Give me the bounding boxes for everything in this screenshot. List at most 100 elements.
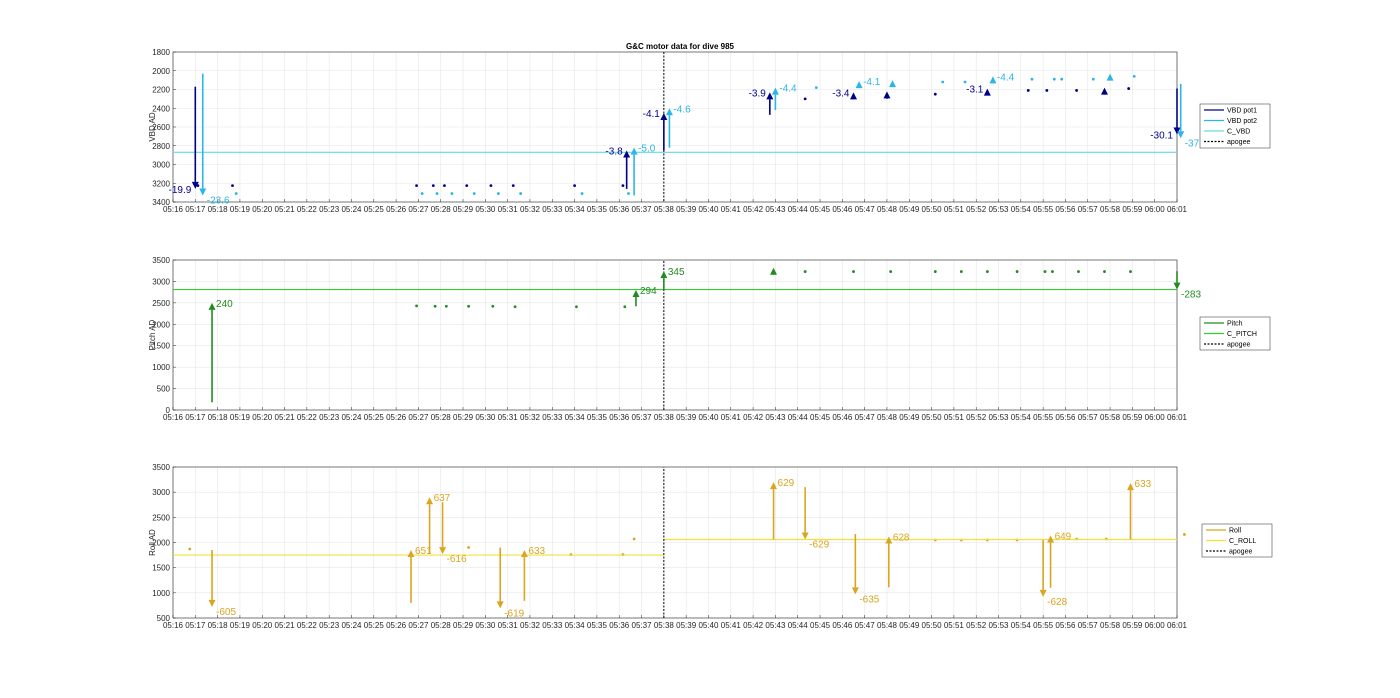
x-tick-label: 05:49 xyxy=(899,621,920,630)
chart-canvas: G&C motor data for dive 985 05:16 05:17 05… xyxy=(148,42,1273,630)
x-tick-label: 05:20 xyxy=(252,413,273,422)
x-tick-label: 05:46 xyxy=(832,621,853,630)
data-point-vbd-pot2 xyxy=(1060,77,1064,81)
x-tick-label: 06:00 xyxy=(1145,205,1166,214)
data-point-pitch xyxy=(467,304,471,308)
x-tick-label: 05:40 xyxy=(698,621,719,630)
x-tick-label: 05:54 xyxy=(1011,621,1032,630)
x-tick-label: 05:33 xyxy=(542,621,563,630)
x-tick-label: 05:55 xyxy=(1033,205,1054,214)
data-point-pitch xyxy=(803,270,807,273)
x-tick-label: 05:51 xyxy=(944,205,965,214)
data-point-pitch xyxy=(513,305,517,309)
data-point-vbd-pot2 xyxy=(1030,77,1034,81)
x-tick-label: 05:41 xyxy=(721,205,742,214)
x-tick-label: 05:31 xyxy=(498,621,519,630)
legend: VBD pot1 VBD pot2 C_VBDapogee xyxy=(1199,103,1271,149)
x-tick-label: 05:37 xyxy=(632,205,653,214)
x-tick-label: 05:45 xyxy=(810,621,831,630)
move-label: -4.1 xyxy=(643,109,661,120)
x-tick-label: 05:59 xyxy=(1122,621,1143,630)
chart-title: G&C motor data for dive 985 xyxy=(626,42,735,51)
x-tick-label: 05:56 xyxy=(1055,205,1076,214)
x-tick-label: 05:58 xyxy=(1100,205,1121,214)
x-tick-label: 05:24 xyxy=(341,205,362,214)
x-tick-label: 05:32 xyxy=(520,413,541,422)
x-tick-label: 06:00 xyxy=(1145,621,1166,630)
data-point-vbd-pot1 xyxy=(1045,89,1049,92)
move-label: -628 xyxy=(1047,597,1067,608)
data-point-vbd-pot2 xyxy=(472,192,476,195)
data-point-vbd-pot2 xyxy=(450,192,454,195)
data-point-vbd-pot1 xyxy=(489,184,493,187)
data-point-roll xyxy=(188,547,192,551)
x-tick-label: 05:21 xyxy=(275,621,296,630)
x-tick-label: 05:47 xyxy=(855,205,876,214)
chart-panel-1: 05:16 05:17 05:18 05:19 05:20 05:21 05:22 05:23… xyxy=(148,48,1271,214)
x-tick-label: 05:35 xyxy=(587,413,608,422)
x-tick-label: 05:22 xyxy=(297,205,318,214)
x-tick-label: 05:44 xyxy=(788,205,809,214)
data-point-roll xyxy=(1183,533,1186,536)
x-tick-label: 05:35 xyxy=(587,621,608,630)
x-tick-label: 05:57 xyxy=(1078,205,1099,214)
y-tick-label: 3500 xyxy=(152,463,170,472)
data-point-vbd-pot1 xyxy=(415,184,418,187)
data-point-pitch xyxy=(415,304,418,308)
x-tick-label: 06:00 xyxy=(1145,413,1166,422)
x-tick-label: 05:53 xyxy=(988,413,1009,422)
data-point-pitch xyxy=(575,305,578,309)
x-tick-label: 05:54 xyxy=(1011,413,1032,422)
y-tick-label: 1000 xyxy=(152,589,170,598)
x-tick-label: 05:26 xyxy=(386,621,407,630)
data-point-pitch xyxy=(623,305,627,309)
y-axis-label: Roll AD xyxy=(148,529,157,556)
x-tick-label: 05:48 xyxy=(877,413,898,422)
x-tick-label: 05:46 xyxy=(832,413,853,422)
move-label: 649 xyxy=(1055,531,1072,542)
x-tick-label: 05:31 xyxy=(498,205,519,214)
x-tick-label: 05:56 xyxy=(1055,413,1076,422)
legend: Pitch C_PITCHapogee xyxy=(1199,316,1271,351)
move-label: 240 xyxy=(216,299,233,310)
x-tick-label: 05:44 xyxy=(788,413,809,422)
x-tick-label: 05:34 xyxy=(565,621,586,630)
data-point-vbd-pot1 xyxy=(511,184,515,187)
x-tick-label: 05:35 xyxy=(587,205,608,214)
x-tick-label: 05:59 xyxy=(1122,413,1143,422)
x-tick-label: 05:28 xyxy=(431,621,452,630)
data-point-vbd-pot2 xyxy=(234,192,238,195)
y-tick-label: 1500 xyxy=(152,564,170,573)
x-tick-label: 05:20 xyxy=(252,621,273,630)
x-tick-label: 05:24 xyxy=(341,413,362,422)
data-point-pitch xyxy=(933,270,937,273)
x-tick-label: 05:21 xyxy=(275,413,296,422)
x-tick-label: 05:55 xyxy=(1033,621,1054,630)
x-tick-label: 05:51 xyxy=(944,413,965,422)
data-point-vbd-pot2 xyxy=(963,80,967,84)
move-label: -283 xyxy=(1181,290,1201,301)
data-point-pitch xyxy=(1051,270,1054,273)
y-tick-label: 2400 xyxy=(152,104,170,113)
x-tick-label: 05:40 xyxy=(698,413,719,422)
x-tick-label: 05:48 xyxy=(877,205,898,214)
x-tick-label: 05:39 xyxy=(676,413,697,422)
move-label: 628 xyxy=(893,532,910,543)
legend-label: C_VBD xyxy=(1227,129,1250,136)
legend-label: apogee xyxy=(1227,342,1250,349)
x-tick-label: 05:58 xyxy=(1100,413,1121,422)
data-point-vbd-pot1 xyxy=(1075,89,1078,92)
data-point-vbd-pot2 xyxy=(420,192,424,195)
x-tick-label: 05:47 xyxy=(855,621,876,630)
x-tick-label: 05:30 xyxy=(475,621,496,630)
y-tick-label: 500 xyxy=(157,614,171,623)
x-tick-label: 05:42 xyxy=(743,621,764,630)
x-tick-label: 05:39 xyxy=(676,205,697,214)
move-label: -3.1 xyxy=(966,85,984,96)
x-tick-label: 05:47 xyxy=(855,413,876,422)
move-label: 633 xyxy=(528,546,545,557)
data-point-pitch xyxy=(889,270,893,273)
data-point-vbd-pot2 xyxy=(814,86,818,90)
data-point-pitch xyxy=(852,270,855,273)
legend-label: VBD pot1 xyxy=(1227,108,1257,115)
